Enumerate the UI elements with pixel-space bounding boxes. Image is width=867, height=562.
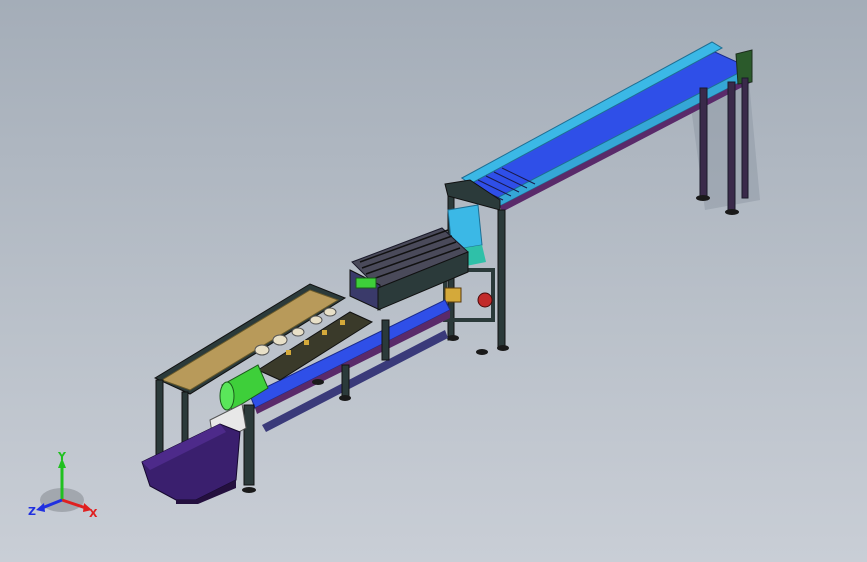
cad-viewport[interactable]: Y X Z — [0, 0, 867, 562]
view-triad: Y X Z — [28, 450, 98, 520]
triad-y-label: Y — [57, 450, 67, 463]
triad-x-label: X — [89, 507, 98, 520]
assembly-model[interactable]: Y X Z — [0, 0, 867, 562]
triad-z-label: Z — [28, 505, 36, 518]
